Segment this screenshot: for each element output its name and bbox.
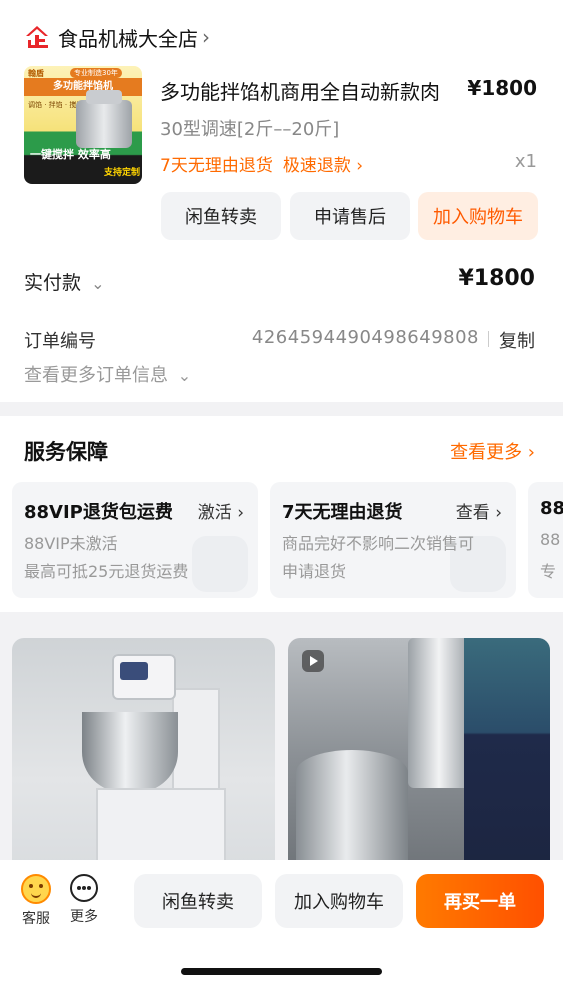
payment-label[interactable]: 实付款 ⌄ (24, 268, 104, 295)
return-policy-label: 7天无理由退货 (160, 156, 273, 176)
chevron-right-icon: › (202, 25, 210, 49)
fast-refund-label: 极速退款 › (282, 156, 364, 176)
service-card-line: 88VIP未激活 (24, 534, 118, 553)
shop-logo-icon (26, 26, 48, 48)
machine-illustration (76, 90, 132, 148)
chevron-down-icon: ⌄ (177, 366, 192, 385)
tab-label: 更多 (70, 909, 98, 925)
product-image-bottom: 一键搅拌 效率高 (30, 148, 111, 161)
product-price: ¥1800 (467, 76, 537, 100)
payment-label-text: 实付款 (24, 272, 82, 294)
resell-button[interactable]: 闲鱼转卖 (134, 874, 262, 928)
product-image-custom: 支持定制 (103, 168, 140, 178)
tab-label: 客服 (22, 911, 50, 927)
add-to-cart-button[interactable]: 加入购物车 (275, 874, 403, 928)
recommended-product-image[interactable] (12, 638, 275, 874)
resell-button[interactable]: 闲鱼转卖 (161, 192, 281, 240)
buy-again-button[interactable]: 再买一单 (416, 874, 544, 928)
service-card-line: 最高可抵25元退货运费 (24, 562, 189, 581)
return-policy-row[interactable]: 7天无理由退货 极速退款 › (160, 151, 363, 176)
recommendation-gallery (0, 624, 563, 874)
shop-header[interactable]: 食品机械大全店 › (24, 22, 210, 52)
add-to-cart-button[interactable]: 加入购物车 (418, 192, 538, 240)
mixer-bowl (82, 712, 178, 792)
service-card-title: 88VIP退货包运费 (24, 502, 173, 523)
chevron-down-icon: ⌄ (91, 274, 105, 293)
order-number: 4264594490498649808 (251, 327, 479, 348)
product-image-headline: 多功能拌馅机 (24, 78, 142, 96)
payment-value: ¥1800 (458, 266, 535, 291)
order-card: 食品机械大全店 › 翰盾 专业制造30年 多功能拌馅机 调馅 · 拌馅 · 搅馅… (0, 0, 563, 402)
product-image-tag: 专业制造30年 (70, 68, 122, 78)
more-order-info-label: 查看更多订单信息 (24, 365, 168, 386)
order-number-label: 订单编号 (24, 331, 96, 352)
product-title[interactable]: 多功能拌馅机商用全自动新款肉 (160, 76, 440, 105)
copy-button[interactable]: 复制 (499, 327, 535, 353)
recommended-product-video[interactable] (288, 638, 550, 874)
steel-pot (296, 750, 408, 874)
service-card-88vip[interactable]: 88VIP退货包运费 激活 › 88VIP未激活 最高可抵25元退货运费 (12, 482, 258, 598)
service-card-line: 申请退货 (282, 562, 347, 581)
more-tab[interactable]: 更多 (64, 874, 104, 926)
service-guarantee-card: 服务保障 查看更多 › 88VIP退货包运费 激活 › 88VIP未激活 最高可… (0, 416, 563, 612)
play-icon (302, 650, 324, 672)
service-card-line: 商品完好不影响二次销售可 (282, 534, 475, 553)
service-card-partial[interactable]: 88 88 专 (528, 482, 563, 598)
service-card-title: 7天无理由退货 (282, 502, 403, 523)
service-card-7day-return[interactable]: 7天无理由退货 查看 › 商品完好不影响二次销售可 申请退货 (270, 482, 516, 598)
product-spec: 30型调速[2斤––20斤] (160, 119, 340, 140)
machine-drum (408, 638, 470, 788)
service-card-title: 88 (540, 498, 563, 519)
customer-service-tab[interactable]: 客服 (16, 874, 56, 928)
more-order-info[interactable]: 查看更多订单信息 ⌄ (24, 361, 191, 387)
service-more-link[interactable]: 查看更多 › (450, 438, 535, 464)
service-card-line: 专 (540, 562, 557, 581)
shield-watermark-icon (192, 536, 248, 592)
home-indicator[interactable] (181, 968, 382, 975)
person-figure (464, 638, 550, 874)
product-quantity: x1 (514, 151, 537, 172)
view-button[interactable]: 查看 › (456, 498, 502, 523)
after-sales-button[interactable]: 申请售后 (290, 192, 410, 240)
activate-button[interactable]: 激活 › (198, 498, 244, 523)
customer-service-icon (21, 874, 51, 904)
more-icon (70, 874, 98, 902)
product-image[interactable]: 翰盾 专业制造30年 多功能拌馅机 调馅 · 拌馅 · 搅馅 一键搅拌 效率高 … (24, 66, 142, 184)
mixer-control-panel (120, 662, 148, 680)
service-card-line: 88 (540, 530, 561, 549)
shop-name: 食品机械大全店 (58, 26, 198, 51)
divider (488, 331, 489, 347)
service-title: 服务保障 (24, 440, 108, 464)
